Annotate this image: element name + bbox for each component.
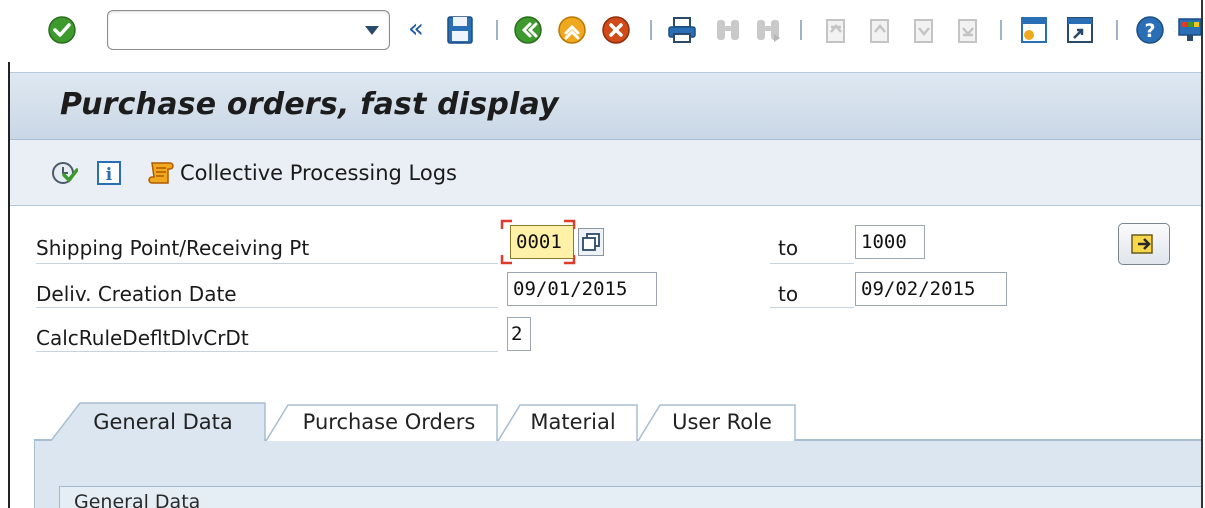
tab-label: User Role [672,409,772,434]
tab-label: Purchase Orders [302,409,476,434]
calc-rule-input[interactable] [507,317,531,351]
delivery-date-to-input[interactable] [855,272,1007,306]
system-toolbar: « ? [0,0,1201,62]
shipping-point-label: Shipping Point/Receiving Pt [36,236,310,260]
previous-page-icon [862,14,894,46]
execute-button[interactable] [50,158,78,188]
find-next-icon [752,14,784,46]
row-divider [36,307,498,308]
title-bar: Purchase orders, fast display [10,72,1201,140]
exit-icon[interactable] [556,14,588,46]
collective-processing-logs-button[interactable]: Collective Processing Logs [146,158,457,188]
arrow-right-icon [1131,234,1153,254]
last-page-icon [950,14,982,46]
tab-material[interactable]: Material [494,402,638,442]
to-label: to [778,282,799,306]
command-input[interactable] [116,17,346,43]
toolbar-separator [496,20,498,40]
tab-general-data[interactable]: General Data [50,402,266,442]
multiple-selection-button[interactable] [578,228,604,256]
tab-purchase-orders[interactable]: Purchase Orders [262,402,498,442]
selection-screen: Shipping Point/Receiving Pt to Deliv. Cr… [10,206,1201,406]
toolbar-separator [1116,20,1118,40]
toolbar-separator [1000,20,1002,40]
info-icon: i [97,161,121,185]
help-icon[interactable]: ? [1134,14,1166,46]
group-box-general-data: General Data [59,486,1201,508]
delivery-date-from-input[interactable] [507,272,657,306]
page-title: Purchase orders, fast display [60,87,559,122]
multiple-selection-icon [582,233,600,251]
create-session-icon[interactable] [1018,14,1050,46]
toolbar-separator [650,20,652,40]
tab-label: General Data [93,409,233,434]
command-field[interactable] [107,10,390,50]
tab-user-role[interactable]: User Role [634,402,796,442]
find-icon [712,14,744,46]
back-icon[interactable] [512,14,544,46]
shortcut-icon[interactable] [1064,14,1096,46]
to-label: to [778,236,799,260]
svg-text:?: ? [1144,20,1155,42]
multiple-selection-arrow-button[interactable] [1118,223,1170,265]
next-page-icon [906,14,938,46]
group-box-title: General Data [74,491,201,508]
row-divider [770,263,854,264]
row-divider [770,307,854,308]
cancel-icon[interactable] [600,14,632,46]
print-icon[interactable] [666,14,698,46]
tab-panel-general-data: General Data [34,441,1201,508]
tab-label: Material [530,409,616,434]
toolbar-separator [800,20,802,40]
row-divider [36,263,498,264]
clock-execute-icon [52,162,78,184]
sap-window: « ? Purchase orders, fast display i Coll… [0,0,1203,508]
customize-layout-icon[interactable] [1176,14,1201,46]
delivery-creation-date-label: Deliv. Creation Date [36,282,237,306]
shipping-point-from-input[interactable] [510,225,574,259]
tab-strip: General Data Purchase Orders Material Us… [10,402,1201,508]
info-button[interactable]: i [96,158,122,188]
collapse-icon[interactable]: « [408,14,424,44]
calc-rule-label: CalcRuleDefltDlvCrDt [36,326,249,350]
first-page-icon [818,14,850,46]
log-scroll-icon [148,162,174,184]
shipping-point-to-input[interactable] [855,225,925,259]
enter-icon[interactable] [46,14,78,46]
collective-processing-logs-label: Collective Processing Logs [180,161,457,185]
save-icon[interactable] [444,14,476,46]
svg-text:i: i [106,165,113,185]
application-toolbar: i Collective Processing Logs [10,140,1201,206]
command-dropdown-icon[interactable] [365,26,379,35]
row-divider [36,351,498,352]
